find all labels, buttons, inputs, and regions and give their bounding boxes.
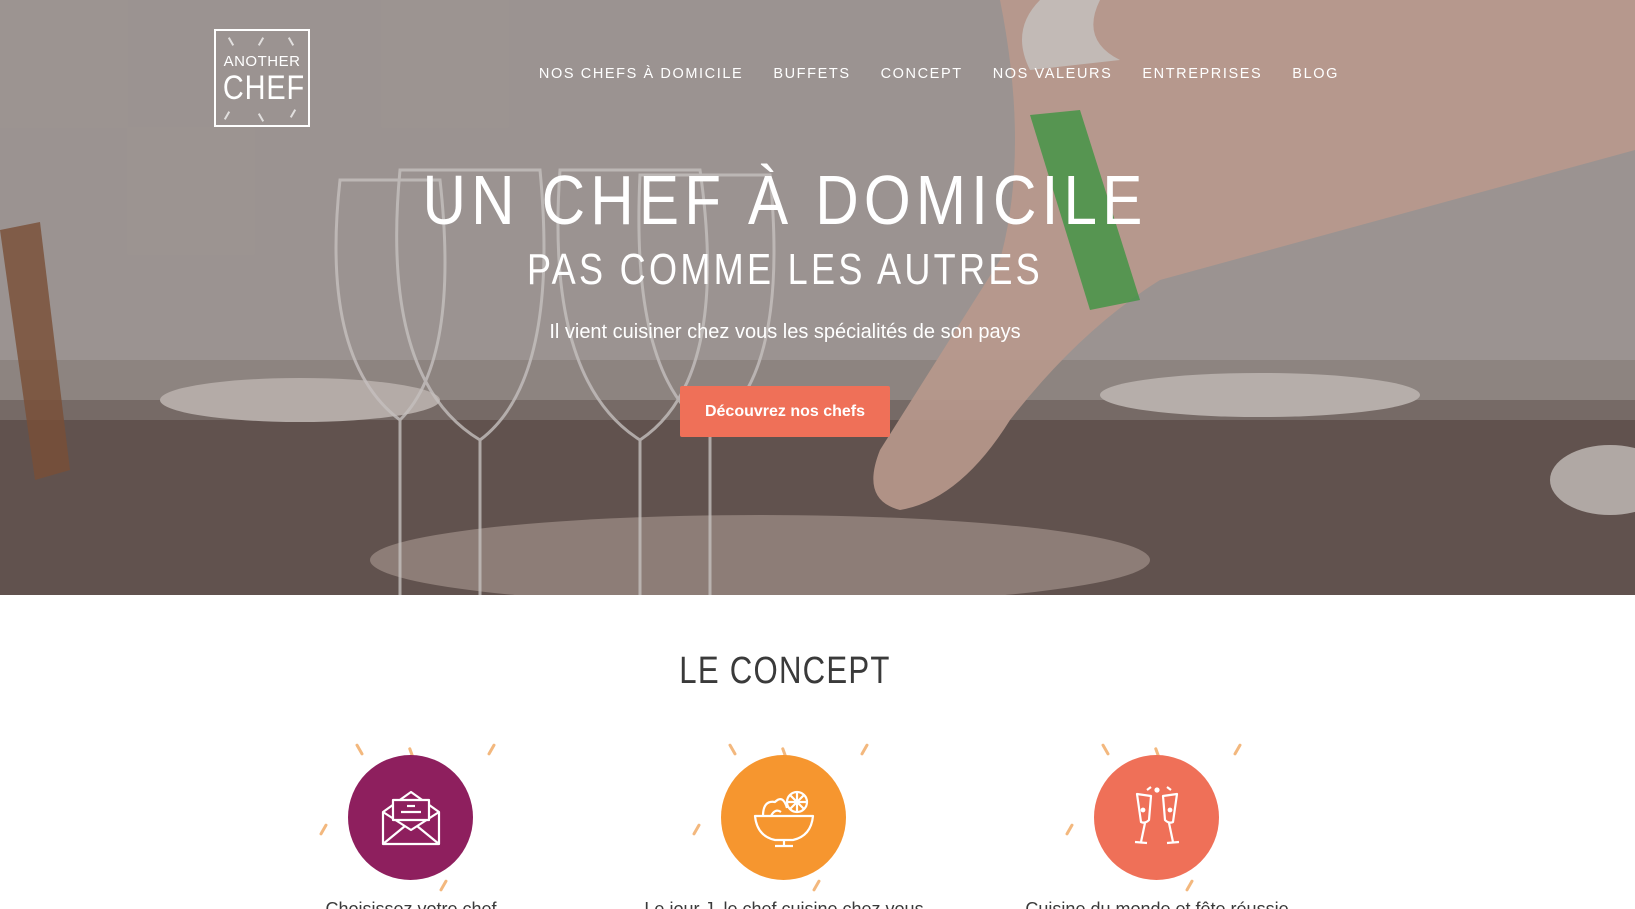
nav-item-blog[interactable]: BLOG [1292,66,1339,82]
logo[interactable]: ANOTHER CHEF [214,29,310,127]
nav-item-concept[interactable]: CONCEPT [881,66,963,82]
concept-step-party [1064,735,1254,895]
nav-item-valeurs[interactable]: NOS VALEURS [993,66,1113,82]
step-caption-party: Cuisine du monde et fête réussie [1025,899,1289,909]
nav-item-entreprises[interactable]: ENTREPRISES [1142,66,1262,82]
step-circle-orange [721,755,846,880]
salad-bowl-icon [753,790,814,847]
envelope-icon [381,790,440,845]
hero-title: UN CHEF À DOMICILE [422,161,1148,239]
hero-subtitle: PAS COMME LES AUTRES [526,245,1044,294]
hero-tagline: Il vient cuisiner chez vous les spéciali… [549,321,1021,343]
step-caption-cook: Le jour J, le chef cuisine chez vous [644,899,924,909]
nav-item-buffets[interactable]: BUFFETS [773,66,850,82]
concept-step-choose [318,735,508,895]
step-circle-coral [1094,755,1219,880]
step-circle-purple [348,755,473,880]
nav-item-chefs[interactable]: NOS CHEFS À DOMICILE [539,66,743,82]
hero-section: ANOTHER CHEF NOS CHEFS À DOMICILE BUFFET… [0,0,1635,595]
discover-chefs-button[interactable]: Découvrez nos chefs [680,386,890,437]
concept-title: LE CONCEPT [679,650,891,692]
main-nav: NOS CHEFS À DOMICILE BUFFETS CONCEPT NOS… [539,66,1339,82]
logo-top-text: ANOTHER [223,53,301,70]
logo-main-text: CHEF [222,69,305,107]
champagne-icon [1134,785,1179,844]
step-caption-choose: Choisissez votre chef [325,899,497,909]
concept-step-cook [691,735,881,895]
